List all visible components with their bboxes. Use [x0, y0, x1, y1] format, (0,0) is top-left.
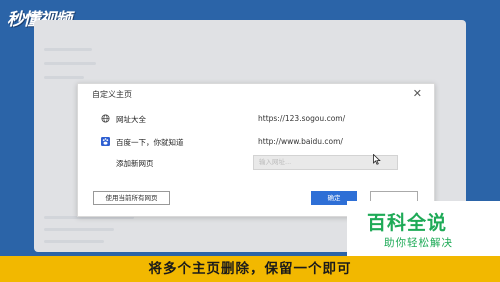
subtitle-caption: 将多个主页删除，保留一个即可 — [148, 261, 352, 277]
custom-homepage-dialog: 自定义主页 ✕ 网址大全 https://123.sogou.com/ 百度一下… — [77, 83, 435, 217]
globe-icon — [101, 114, 110, 123]
homepage-url: http://www.baidu.com/ — [258, 137, 343, 146]
mouse-pointer-icon — [373, 154, 381, 165]
homepage-url: https://123.sogou.com/ — [258, 114, 346, 123]
dialog-title: 自定义主页 — [92, 90, 132, 99]
baidu-paw-icon — [101, 137, 110, 146]
close-icon[interactable]: ✕ — [413, 87, 422, 100]
badge-title: 百科全说 — [367, 212, 448, 234]
homepage-name: 百度一下，你就知道 — [116, 138, 184, 147]
add-new-page-label: 添加新网页 — [116, 159, 154, 168]
brand-badge: 百科全说 助你轻松解决 — [347, 201, 500, 256]
use-current-pages-button[interactable]: 使用当前所有网页 — [93, 191, 170, 205]
homepage-name: 网址大全 — [116, 115, 146, 124]
badge-subtitle: 助你轻松解决 — [384, 237, 453, 249]
